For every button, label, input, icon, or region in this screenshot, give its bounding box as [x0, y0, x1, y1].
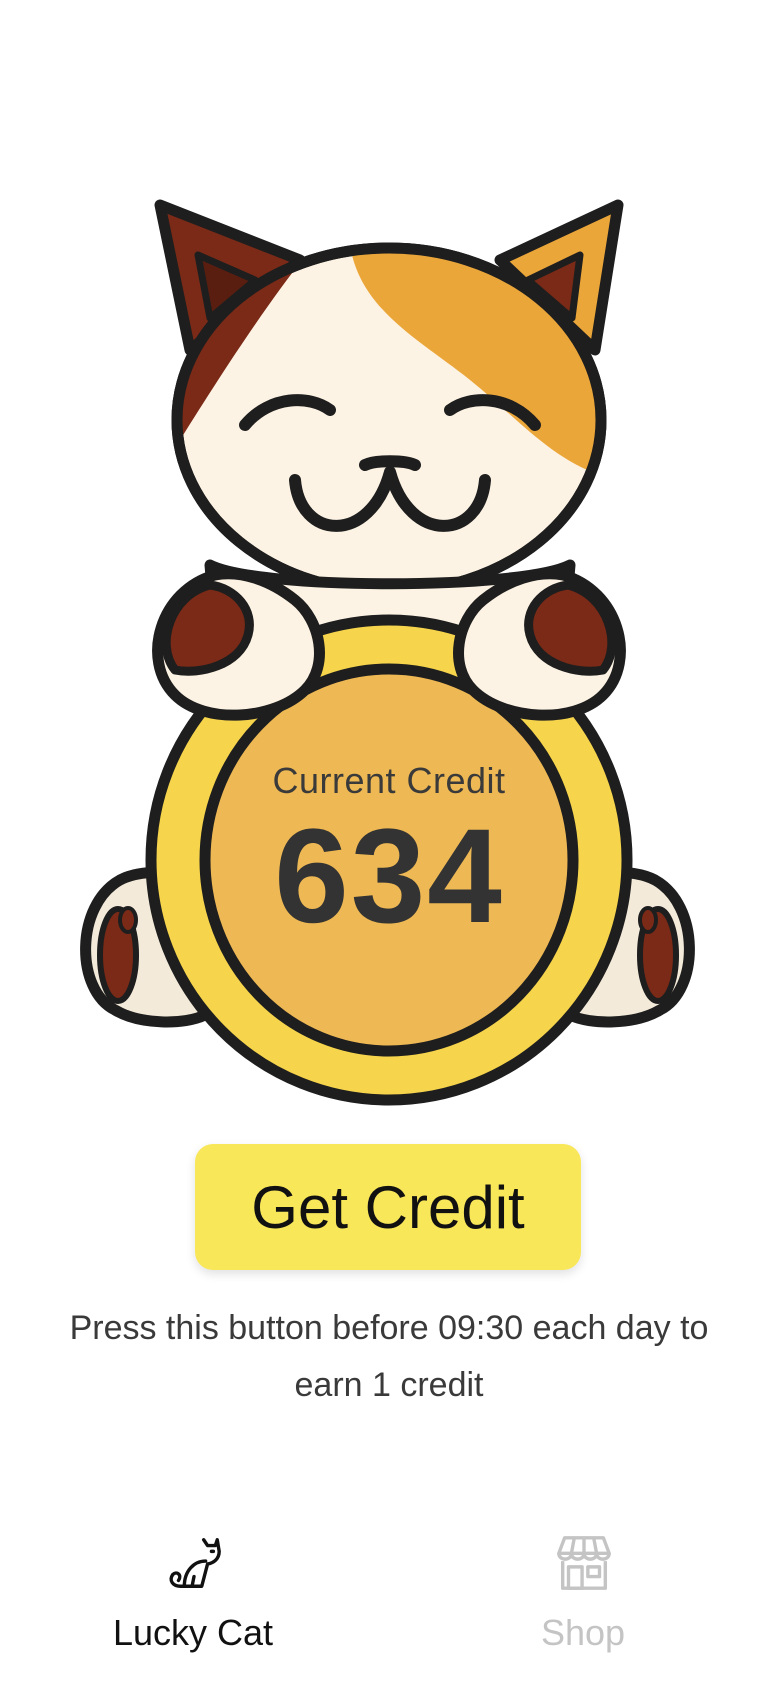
- credit-hint-text: Press this button before 09:30 each day …: [69, 1309, 709, 1404]
- credit-value: 634: [274, 802, 504, 951]
- tab-shop-label: Shop: [540, 1612, 626, 1653]
- bottom-tab-bar: Lucky Cat Shop: [0, 1520, 778, 1686]
- current-credit-label: Current Credit: [272, 760, 506, 801]
- store-icon: [557, 1536, 611, 1590]
- lucky-cat-screen: Current Credit 634 Get Credit Press this…: [0, 0, 778, 1686]
- tab-lucky-cat-label: Lucky Cat: [112, 1612, 274, 1653]
- tab-shop[interactable]: Shop: [453, 1520, 713, 1670]
- tab-lucky-cat[interactable]: Lucky Cat: [63, 1520, 323, 1670]
- cat-icon: [169, 1538, 221, 1588]
- get-credit-button[interactable]: Get Credit: [195, 1144, 581, 1270]
- lucky-cat-illustration: [80, 199, 695, 1106]
